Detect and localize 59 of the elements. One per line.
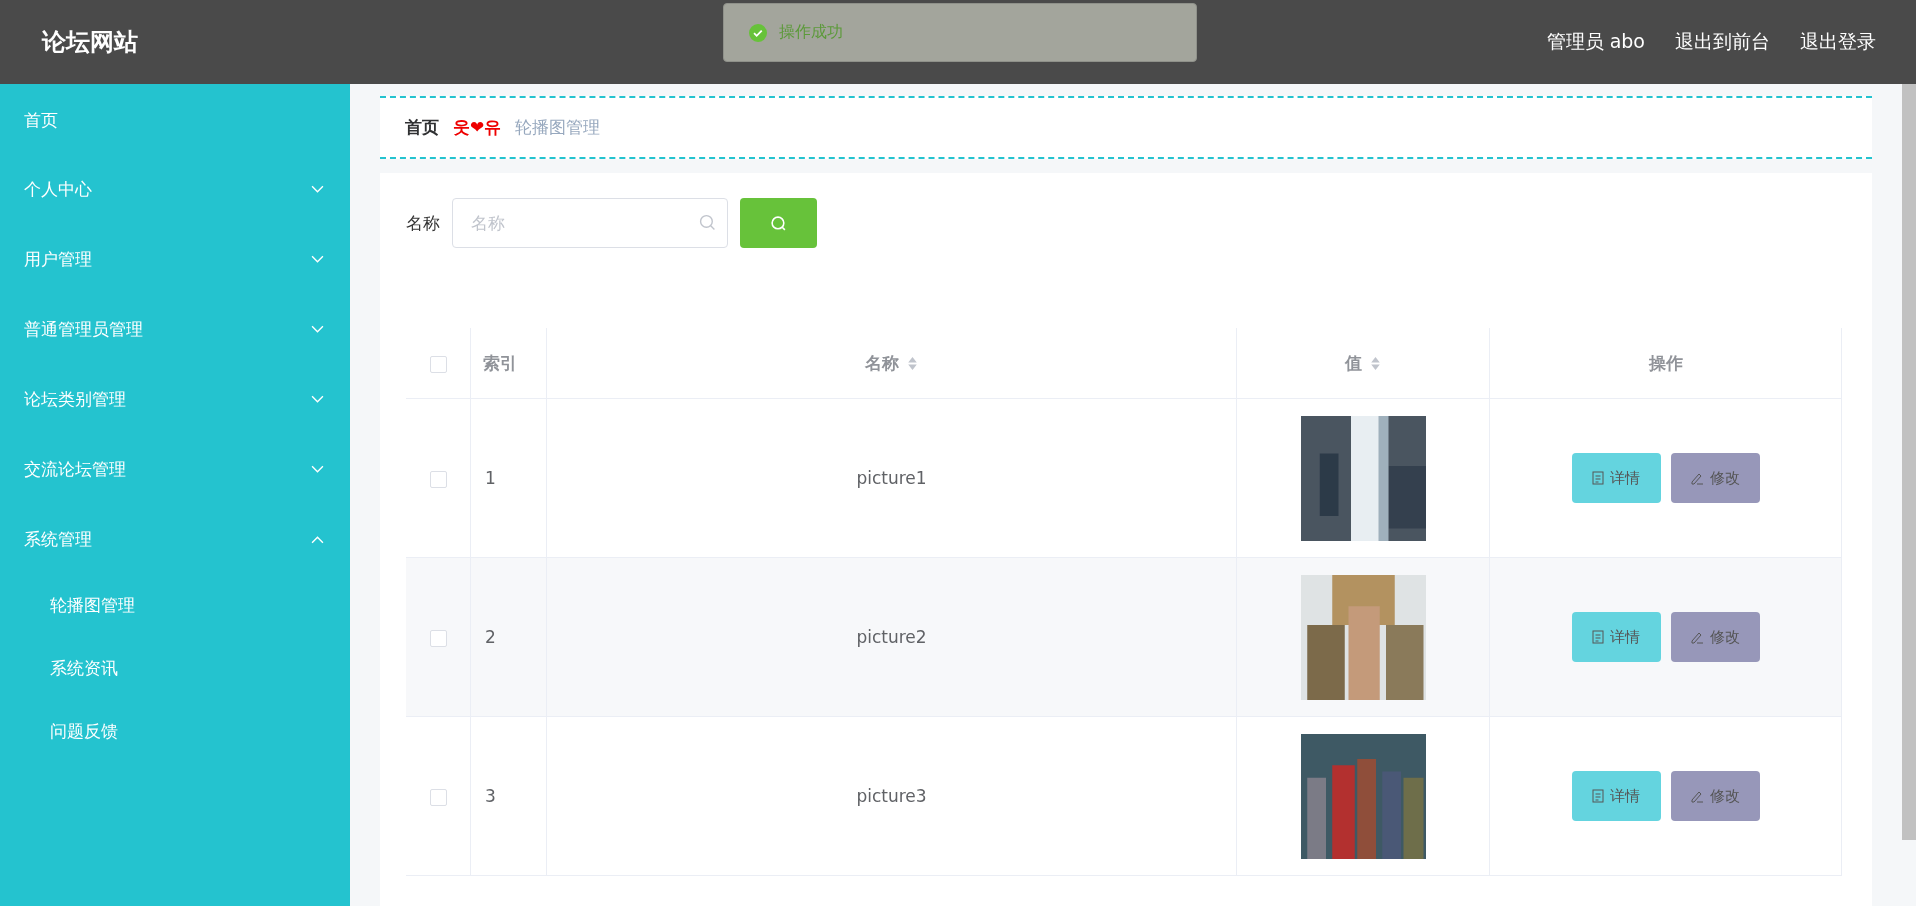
table-cell: picture3 (856, 786, 927, 806)
menu-item[interactable]: 个人中心 (0, 154, 350, 224)
chevron-down-icon (311, 324, 324, 334)
search-label: 名称 (406, 211, 440, 235)
search-icon (699, 214, 716, 231)
table-cell: 1 (485, 468, 496, 488)
chevron-down-icon (311, 254, 324, 264)
chevron-down-icon (311, 464, 324, 474)
menu-item[interactable]: 系统管理 (0, 504, 350, 574)
document-icon (1592, 789, 1604, 803)
menu-item[interactable]: 普通管理员管理 (0, 294, 350, 364)
chevron-down-icon (311, 394, 324, 404)
breadcrumb-link[interactable]: 首页 (405, 116, 439, 139)
row-checkbox[interactable] (429, 470, 447, 488)
success-icon (749, 23, 767, 42)
search-button[interactable] (740, 198, 817, 248)
header-link[interactable]: 退出登录 (1800, 29, 1876, 55)
edit-button[interactable]: 修改 (1670, 612, 1760, 662)
column-header: 索引 (483, 351, 517, 375)
chevron-down-icon (311, 184, 324, 194)
row-checkbox[interactable] (429, 788, 447, 806)
pencil-icon (1690, 471, 1704, 485)
column-header: 名称 (865, 351, 899, 375)
table-cell: picture1 (856, 468, 927, 488)
submenu-item[interactable]: 轮播图管理 (0, 574, 350, 637)
site-title: 论坛网站 (42, 27, 138, 58)
user-label: 管理员 abo (1546, 29, 1645, 54)
breadcrumb-current: 轮播图管理 (515, 116, 601, 139)
details-button[interactable]: 详情 (1571, 453, 1661, 503)
pencil-icon (1690, 789, 1704, 803)
table-cell: 2 (485, 627, 496, 647)
table-cell: picture2 (856, 627, 927, 647)
pencil-icon (1690, 630, 1704, 644)
submenu-item[interactable]: 系统资讯 (0, 637, 350, 700)
details-button[interactable]: 详情 (1571, 612, 1661, 662)
edit-button[interactable]: 修改 (1670, 771, 1760, 821)
chevron-up-icon (311, 534, 324, 544)
header-link[interactable]: 退出到前台 (1675, 29, 1770, 55)
menu-item[interactable]: 论坛类别管理 (0, 364, 350, 434)
toast-message: 操作成功 (779, 22, 843, 43)
sort-icon[interactable] (907, 355, 918, 371)
menu-item[interactable]: 交流论坛管理 (0, 434, 350, 504)
search-field[interactable]: 名称 (452, 198, 728, 248)
submenu-item[interactable]: 问题反馈 (0, 700, 350, 763)
scrollbar[interactable] (1902, 84, 1916, 840)
sort-icon[interactable] (1370, 355, 1381, 371)
column-header: 值 (1345, 351, 1362, 375)
details-button[interactable]: 详情 (1571, 771, 1661, 821)
breadcrumb-separator: 웃❤유 (453, 116, 502, 139)
menu-item[interactable]: 首页 (0, 86, 350, 154)
select-all-checkbox[interactable] (429, 355, 447, 373)
row-checkbox[interactable] (429, 629, 447, 647)
document-icon (1592, 630, 1604, 644)
document-icon (1592, 471, 1604, 485)
menu-item[interactable]: 用户管理 (0, 224, 350, 294)
table-cell: 3 (485, 786, 496, 806)
edit-button[interactable]: 修改 (1670, 453, 1760, 503)
column-header: 操作 (1648, 351, 1683, 375)
search-icon (770, 214, 787, 232)
